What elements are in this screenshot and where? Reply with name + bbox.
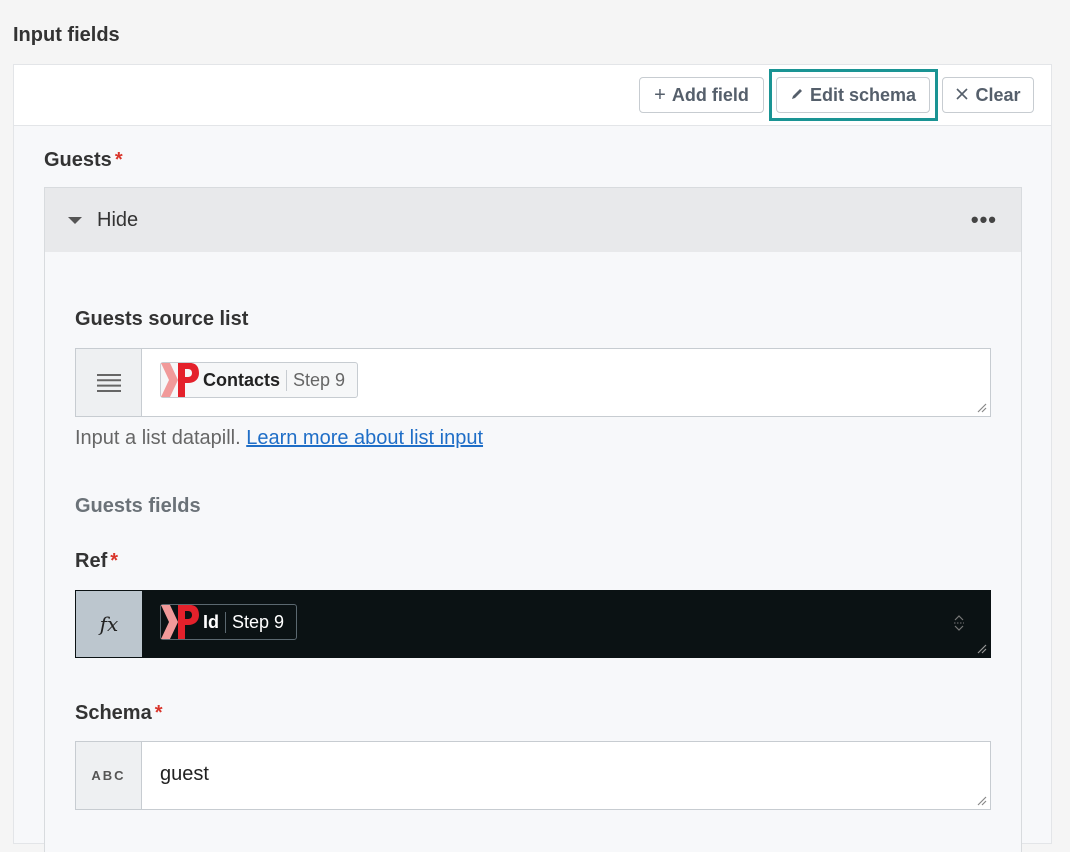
- resize-handle-icon[interactable]: [975, 642, 987, 654]
- datapill-step: Step 9: [225, 611, 284, 633]
- id-datapill[interactable]: Id Step 9: [160, 604, 298, 640]
- guests-fields-heading: Guests fields: [75, 495, 201, 517]
- text-mode-button[interactable]: ABC: [76, 742, 142, 809]
- edit-schema-button[interactable]: Edit schema: [776, 77, 930, 113]
- plus-icon: +: [654, 84, 666, 106]
- source-list-help: Input a list datapill. Learn more about …: [75, 427, 483, 450]
- guests-collapse-header[interactable]: Hide •••: [44, 187, 1022, 253]
- ref-label-text: Ref: [75, 550, 108, 572]
- list-mode-button[interactable]: [76, 349, 142, 416]
- close-icon: [955, 85, 969, 105]
- edit-schema-label: Edit schema: [809, 84, 917, 105]
- resize-handle-icon[interactable]: [975, 401, 987, 413]
- guests-label-text: Guests: [44, 149, 112, 171]
- app-logo-icon: [161, 605, 199, 639]
- required-marker: *: [110, 550, 119, 572]
- help-text: Input a list datapill.: [75, 427, 241, 449]
- schema-label-text: Schema: [75, 702, 152, 724]
- datapill-step: Step 9: [286, 369, 345, 391]
- guests-label: Guests *: [44, 149, 123, 172]
- app-logo-icon: [161, 363, 199, 397]
- add-field-button[interactable]: + Add field: [639, 77, 764, 113]
- text-type-icon: ABC: [91, 768, 126, 783]
- clear-button[interactable]: Clear: [942, 77, 1034, 113]
- clear-label: Clear: [975, 84, 1021, 105]
- contacts-datapill[interactable]: Contacts Step 9: [160, 362, 359, 398]
- schema-label: Schema *: [75, 702, 163, 725]
- formula-icon: fx: [99, 612, 119, 636]
- datapill-name: Id: [203, 611, 219, 632]
- ref-label: Ref *: [75, 550, 118, 573]
- more-horizontal-icon[interactable]: •••: [971, 207, 997, 233]
- hide-toggle[interactable]: Hide: [97, 209, 138, 232]
- expand-collapse-icon[interactable]: [953, 613, 965, 633]
- schema-toolbar: + Add field Edit schema Clear: [14, 65, 1051, 126]
- datapill-name: Contacts: [203, 369, 281, 390]
- guests-source-list-label: Guests source list: [75, 308, 249, 330]
- input-fields-title: Input fields: [13, 24, 120, 46]
- ref-formula-field[interactable]: fx Id Step 9: [75, 590, 991, 658]
- pencil-icon: [790, 85, 804, 105]
- learn-more-link[interactable]: Learn more about list input: [246, 427, 483, 449]
- required-marker: *: [114, 149, 123, 171]
- formula-mode-button[interactable]: fx: [76, 591, 142, 657]
- guests-source-list-field[interactable]: Contacts Step 9: [75, 348, 991, 417]
- required-marker: *: [154, 702, 163, 724]
- add-field-label: Add field: [671, 84, 749, 105]
- schema-value[interactable]: guest: [160, 763, 209, 786]
- input-fields-panel: + Add field Edit schema Clear Guests * Hi…: [13, 64, 1052, 852]
- resize-handle-icon[interactable]: [975, 794, 987, 806]
- caret-down-icon[interactable]: [68, 217, 82, 224]
- list-icon: [96, 373, 121, 392]
- schema-field[interactable]: ABC guest: [75, 741, 991, 810]
